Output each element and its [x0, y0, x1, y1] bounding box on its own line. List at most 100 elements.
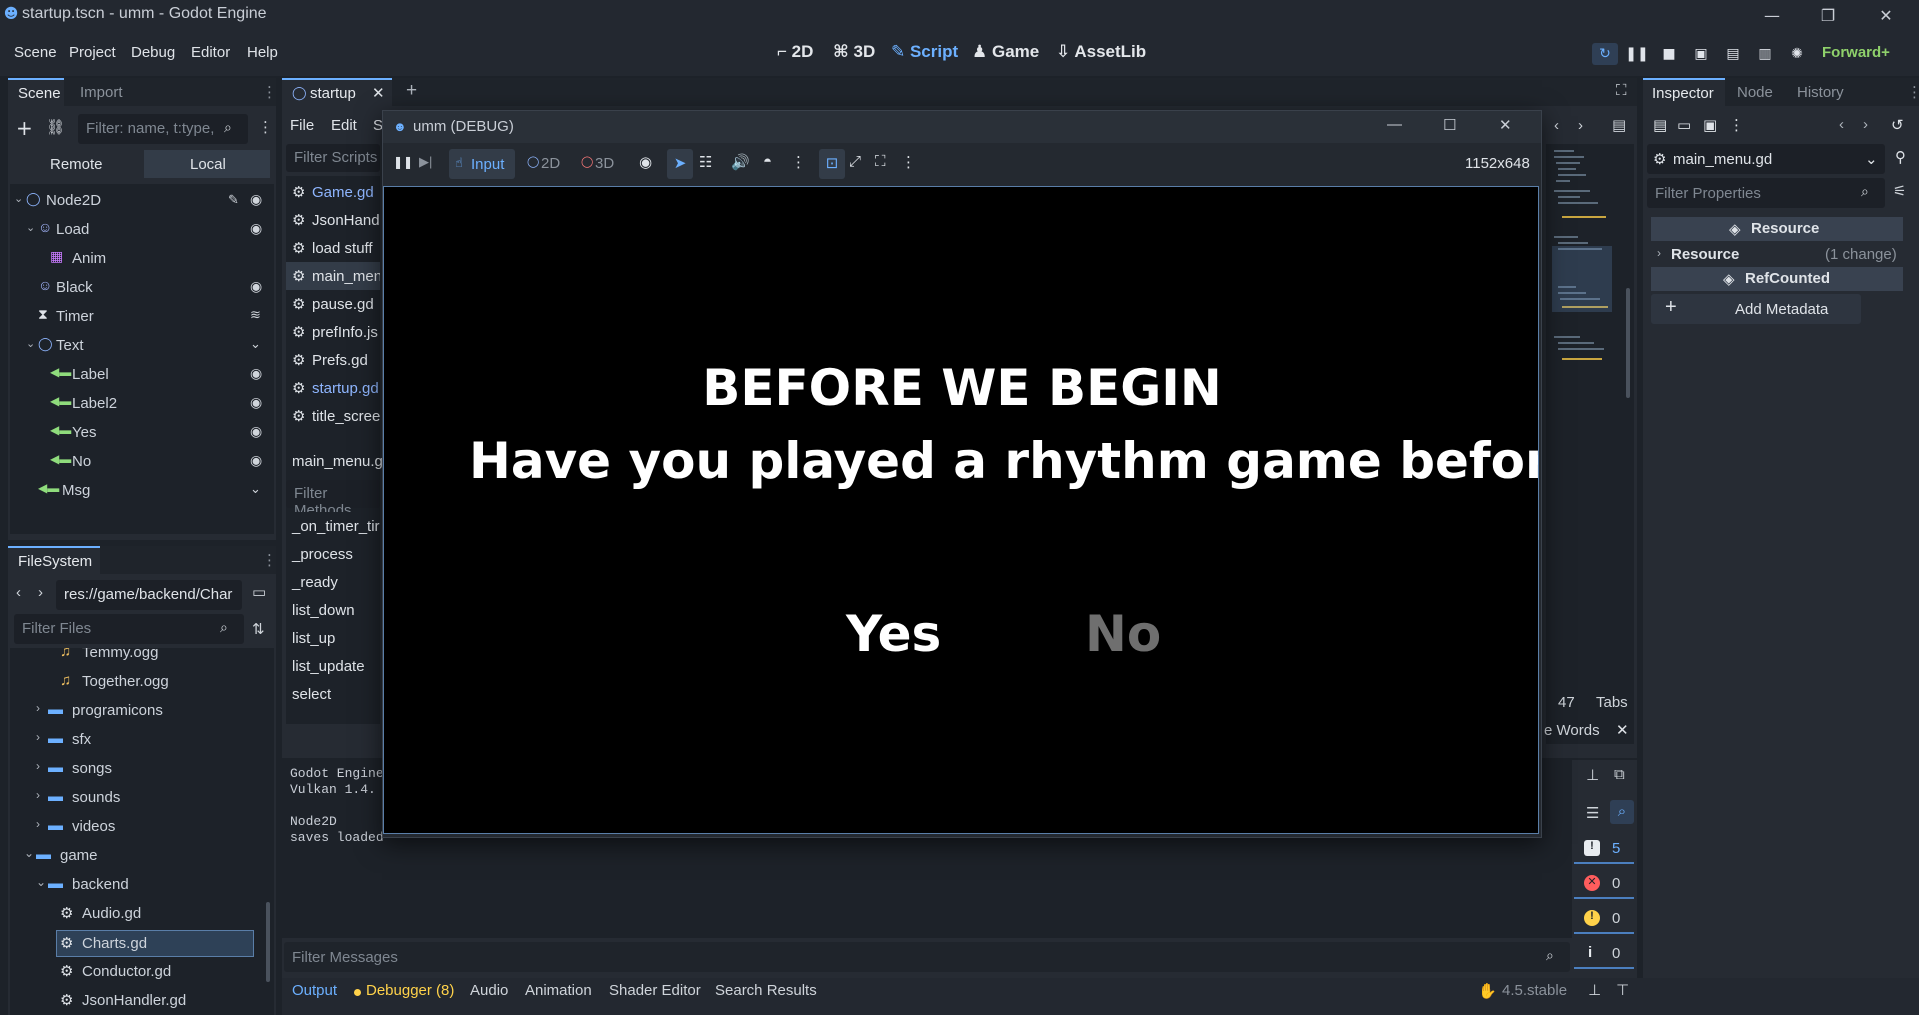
open-resource-icon[interactable]: ▭	[1677, 116, 1691, 134]
script-item-game[interactable]: ⚙ Game.gd	[286, 178, 380, 206]
errors-filter[interactable]: ✕ 0	[1574, 871, 1634, 899]
add-node-icon[interactable]: +	[16, 116, 33, 140]
expand-arrow-icon[interactable]: ›	[36, 788, 40, 802]
movie-maker-icon[interactable]: ✺	[1784, 43, 1810, 65]
file-tree-scrollbar[interactable]	[266, 902, 270, 982]
tree-item-label-node[interactable]: ◀▬ Label ◉	[10, 360, 274, 389]
script-menu-file[interactable]: File	[290, 117, 314, 134]
script-icon[interactable]: ✎	[228, 192, 239, 208]
warnings-filter[interactable]: ! 0	[1574, 906, 1634, 934]
filter-messages-input[interactable]: Filter Messages	[284, 942, 1570, 972]
folder-item-videos[interactable]: › ▬ videos	[10, 812, 274, 841]
tree-item-load[interactable]: ⌄ ☺ Load ◉	[10, 215, 274, 244]
folder-item-game[interactable]: ⌄ ▬ game	[10, 841, 274, 870]
close-icon[interactable]: ✕	[1858, 0, 1914, 30]
expand-panel-icon[interactable]: ⊤	[1616, 981, 1629, 999]
visibility-eye-icon[interactable]: ◉	[250, 452, 262, 469]
script-item-prefinfo[interactable]: ⚙ prefInfo.js	[286, 318, 380, 346]
expand-arrow-icon[interactable]: ›	[36, 759, 40, 773]
collapse-duplicates-icon[interactable]: ☰	[1586, 804, 1599, 822]
script-item-startup[interactable]: ⚙ startup.gd	[286, 374, 380, 402]
play-custom-icon[interactable]: ▥	[1752, 43, 1778, 65]
file-item-charts-gd[interactable]: ⚙ Charts.gd	[56, 930, 254, 957]
expand-arrow-icon[interactable]: ›	[36, 701, 40, 715]
select-tool-icon[interactable]: ➤	[667, 149, 693, 179]
path-input[interactable]: res://game/backend/Char	[56, 580, 242, 610]
folder-item-sounds[interactable]: › ▬ sounds	[10, 783, 274, 812]
camera-icon[interactable]: ◓	[763, 153, 772, 170]
next-script-icon[interactable]: ›	[1578, 117, 1583, 134]
tab-debugger[interactable]: Debugger (8)	[366, 982, 454, 999]
speaker-icon[interactable]: 🔊	[731, 153, 750, 171]
minimize-icon[interactable]: —	[1387, 116, 1402, 133]
filter-properties-input[interactable]: Filter Properties	[1647, 178, 1885, 208]
collapse-arrow-icon[interactable]: ⌄	[26, 337, 35, 350]
visibility-eye-icon[interactable]: ◉	[250, 191, 262, 208]
more-options-icon[interactable]: ⋮	[901, 153, 916, 171]
script-item-pause[interactable]: ⚙ pause.gd	[286, 290, 380, 318]
script-menu-edit[interactable]: Edit	[331, 117, 357, 134]
messages-filter[interactable]: ! 5	[1574, 836, 1634, 864]
tab-import[interactable]: Import	[80, 84, 123, 101]
resource-selector[interactable]: ⚙ main_menu.gd ⌄	[1647, 144, 1885, 174]
visibility-eye-icon[interactable]: ◉	[639, 153, 652, 171]
tab-history[interactable]: History	[1797, 84, 1844, 101]
workspace-script[interactable]: ✎ Script	[891, 42, 958, 62]
stop-icon[interactable]: ■	[1656, 43, 1682, 65]
close-tab-icon[interactable]: ✕	[372, 84, 385, 102]
pause-icon[interactable]: ❚❚	[393, 155, 413, 169]
method-item[interactable]: _ready	[292, 574, 338, 591]
no-option[interactable]: No	[1085, 605, 1161, 663]
copy-icon[interactable]: ⧉	[1614, 766, 1625, 783]
tree-item-yes[interactable]: ◀▬ Yes ◉	[10, 418, 274, 447]
sort-icon[interactable]: ⇅	[252, 620, 265, 638]
reload-icon[interactable]: ↻	[1592, 43, 1618, 65]
update-spinner-icon[interactable]: ✋	[1478, 982, 1497, 1000]
new-resource-icon[interactable]: ▤	[1653, 116, 1667, 134]
mode-3d-button[interactable]: 3D	[595, 155, 614, 172]
menu-project[interactable]: Project	[69, 44, 116, 61]
pause-icon[interactable]: ❚❚	[1624, 43, 1650, 65]
tree-item-black[interactable]: ☺ Black ◉	[10, 273, 274, 302]
play-scene-icon[interactable]: ▤	[1720, 43, 1746, 65]
collapse-arrow-icon[interactable]: ⌄	[26, 221, 35, 234]
menu-editor[interactable]: Editor	[191, 44, 230, 61]
property-tools-icon[interactable]: ⚟	[1893, 182, 1906, 200]
next-frame-icon[interactable]: ▶|	[419, 154, 432, 170]
scene-filter-input[interactable]: Filter: name, t:type,	[78, 114, 248, 144]
tab-filesystem[interactable]: FileSystem	[8, 546, 100, 574]
collapse-arrow-icon[interactable]: ⌄	[14, 192, 23, 205]
maximize-icon[interactable]: ☐	[1443, 116, 1456, 134]
file-item-together[interactable]: ♫ Together.ogg	[10, 667, 274, 696]
tree-item-node2d[interactable]: ⌄ ◯ Node2D ✎ ◉	[10, 186, 274, 215]
script-item-titlescreen[interactable]: ⚙ title_scree	[286, 402, 380, 430]
resource-group-row[interactable]: › Resource (1 change)	[1651, 242, 1903, 266]
script-item-jsonhand[interactable]: ⚙ JsonHand	[286, 206, 380, 234]
method-item[interactable]: select	[292, 686, 331, 703]
collapse-arrow-icon[interactable]: ⌄	[24, 846, 34, 860]
chevron-down-icon[interactable]: ⌄	[250, 336, 261, 352]
file-item-conductor-gd[interactable]: ⚙ Conductor.gd	[10, 957, 274, 986]
visibility-eye-icon[interactable]: ◉	[250, 394, 262, 411]
tree-item-msg[interactable]: ◀▬ Msg ⌄	[10, 476, 274, 505]
back-icon[interactable]: ‹	[16, 584, 21, 601]
menu-scene[interactable]: Scene	[14, 44, 57, 61]
expand-arrow-icon[interactable]: ›	[1657, 246, 1661, 260]
pin-icon[interactable]: ⊥	[1588, 981, 1601, 999]
collapse-arrow-icon[interactable]: ⌄	[36, 875, 46, 889]
renderer-selector[interactable]: Forward+	[1822, 44, 1890, 61]
clear-log-icon[interactable]: ⊥	[1586, 766, 1599, 784]
chevron-down-icon[interactable]: ⌄	[250, 481, 261, 497]
code-scrollbar[interactable]	[1626, 288, 1630, 398]
object-properties-icon[interactable]: ⚲	[1895, 148, 1906, 166]
tab-output[interactable]: Output	[292, 982, 337, 999]
visibility-eye-icon[interactable]: ◉	[250, 278, 262, 295]
script-item-loadstuff[interactable]: ⚙ load stuff	[286, 234, 380, 262]
method-item[interactable]: list_up	[292, 630, 335, 647]
split-view-icon[interactable]: ▭	[252, 583, 266, 601]
method-item[interactable]: list_down	[292, 602, 355, 619]
list-select-icon[interactable]: ☷	[699, 153, 712, 171]
script-item-prefs[interactable]: ⚙ Prefs.gd	[286, 346, 380, 374]
menu-help[interactable]: Help	[247, 44, 278, 61]
visibility-eye-icon[interactable]: ◉	[250, 365, 262, 382]
